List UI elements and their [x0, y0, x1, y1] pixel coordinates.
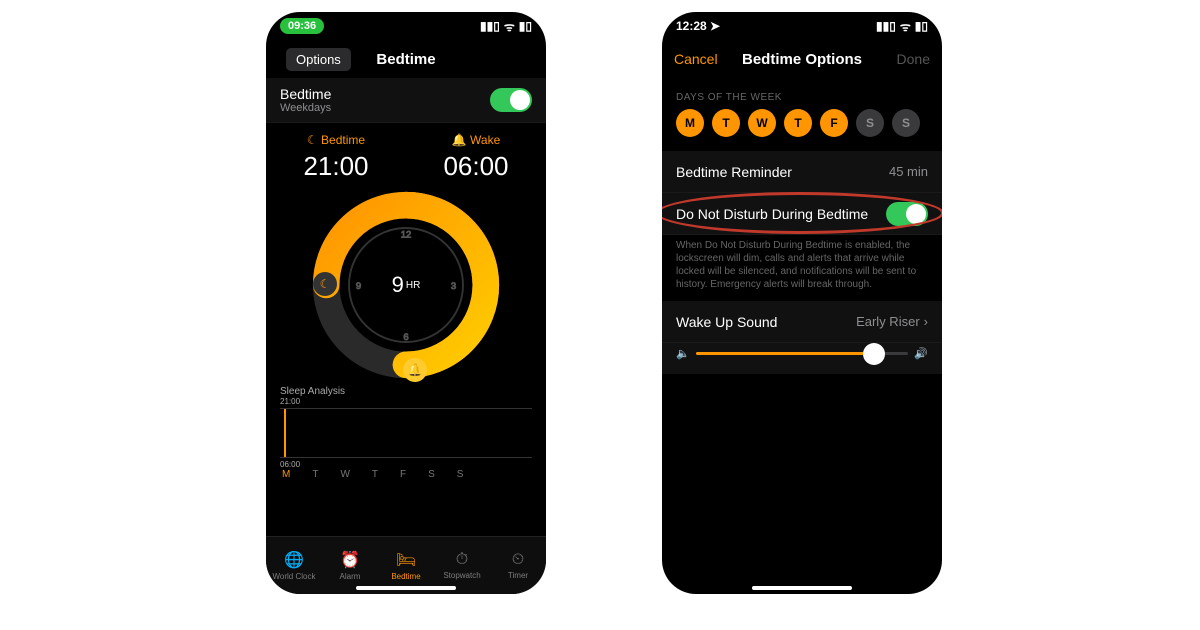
wake-sound-row[interactable]: Wake Up Sound Early Riser ›: [662, 301, 942, 343]
dnd-description: When Do Not Disturb During Bedtime is en…: [662, 235, 942, 301]
day-chip-thu[interactable]: T: [784, 109, 812, 137]
day-chip-mon[interactable]: M: [676, 109, 704, 137]
sleep-dial[interactable]: 12 3 6 9 ☾ 🔔 9HR: [311, 190, 501, 380]
wake-label: Wake: [470, 133, 500, 147]
battery-icon: ▮▯: [915, 19, 928, 33]
bedtime-row-subtitle: Weekdays: [280, 102, 331, 114]
sleep-dial-area: 12 3 6 9 ☾ 🔔 9HR: [266, 188, 546, 386]
bedtime-enable-row: Bedtime Weekdays: [266, 78, 546, 123]
phone-bedtime: 09:36 ▮▮▯ ᯤ ▮▯ Options Bedtime Bedtime W…: [266, 12, 546, 594]
analysis-day: S: [428, 469, 435, 480]
signal-icon: ▮▮▯: [876, 19, 896, 33]
day-chip-wed[interactable]: W: [748, 109, 776, 137]
bedtime-reminder-value: 45 min: [889, 164, 928, 179]
volume-low-icon: 🔈: [676, 347, 690, 360]
bedtime-reminder-row[interactable]: Bedtime Reminder 45 min: [662, 151, 942, 193]
bedtime-enable-toggle[interactable]: [490, 88, 532, 112]
home-indicator[interactable]: [356, 586, 456, 590]
bed-icon: 🛏: [396, 550, 416, 570]
day-chip-fri[interactable]: F: [820, 109, 848, 137]
day-chip-sat[interactable]: S: [856, 109, 884, 137]
volume-high-icon: 🔊: [914, 347, 928, 360]
analysis-day: W: [340, 469, 349, 480]
analysis-day: T: [312, 469, 318, 480]
analysis-bottom-time: 06:00: [280, 460, 532, 469]
dnd-bedtime-label: Do Not Disturb During Bedtime: [676, 206, 868, 222]
location-icon: ➤: [710, 19, 720, 33]
sleep-analysis-title: Sleep Analysis: [280, 386, 532, 397]
stopwatch-icon: ⏱: [456, 551, 468, 569]
wake-volume-row: 🔈 🔊: [662, 343, 942, 374]
wifi-icon: ᯤ: [504, 18, 515, 35]
status-time: 12:28 ➤: [676, 19, 720, 33]
wake-volume-slider[interactable]: [696, 352, 909, 355]
done-button[interactable]: Done: [885, 51, 942, 67]
analysis-day: F: [400, 469, 406, 480]
status-bar: 12:28 ➤ ▮▮▯ ᯤ ▮▯: [662, 12, 942, 40]
home-indicator[interactable]: [752, 586, 852, 590]
days-header: DAYS OF THE WEEK: [662, 78, 942, 109]
wifi-icon: ᯤ: [900, 18, 911, 35]
bedtime-value: 21:00: [303, 151, 368, 182]
chevron-right-icon: ›: [924, 314, 928, 329]
nav-bar: Cancel Bedtime Options Done: [662, 40, 942, 78]
bedtime-label: Bedtime: [321, 133, 365, 147]
status-time-pill: 09:36: [280, 18, 324, 34]
phone-bedtime-options: 12:28 ➤ ▮▮▯ ᯤ ▮▯ Cancel Bedtime Options …: [662, 12, 942, 594]
analysis-day: S: [457, 469, 464, 480]
analysis-top-time: 21:00: [280, 397, 532, 406]
day-selector: M T W T F S S: [662, 109, 942, 151]
bell-icon: 🔔: [452, 133, 467, 147]
tab-timer[interactable]: ⏲Timer: [490, 537, 546, 594]
page-title: Bedtime: [266, 51, 546, 68]
wake-value: 06:00: [443, 151, 508, 182]
alarm-icon: ⏰: [340, 550, 360, 570]
sleep-duration: 9HR: [311, 190, 501, 380]
battery-icon: ▮▯: [519, 19, 532, 33]
status-indicators: ▮▮▯ ᯤ ▮▯: [876, 18, 928, 35]
moon-icon: ☾: [307, 133, 318, 147]
timer-icon: ⏲: [512, 551, 524, 569]
status-bar: 09:36 ▮▮▯ ᯤ ▮▯: [266, 12, 546, 40]
status-indicators: ▮▮▯ ᯤ ▮▯: [480, 18, 532, 35]
bedtime-row-title: Bedtime: [280, 86, 331, 102]
wake-sound-value: Early Riser: [856, 314, 920, 329]
globe-icon: 🌐: [284, 550, 304, 570]
nav-bar: Options Bedtime: [266, 40, 546, 78]
tab-world-clock[interactable]: 🌐World Clock: [266, 537, 322, 594]
bedtime-reminder-label: Bedtime Reminder: [676, 164, 792, 180]
bedtime-times: ☾ Bedtime 21:00 🔔 Wake 06:00: [266, 123, 546, 188]
analysis-day: M: [282, 469, 290, 480]
day-chip-sun[interactable]: S: [892, 109, 920, 137]
wake-sound-label: Wake Up Sound: [676, 314, 777, 330]
analysis-day: T: [372, 469, 378, 480]
day-chip-tue[interactable]: T: [712, 109, 740, 137]
dnd-bedtime-toggle[interactable]: [886, 202, 928, 226]
sleep-analysis: Sleep Analysis 21:00 06:00 M T W T F S S: [266, 386, 546, 484]
dnd-bedtime-row: Do Not Disturb During Bedtime: [662, 193, 942, 235]
signal-icon: ▮▮▯: [480, 19, 500, 33]
